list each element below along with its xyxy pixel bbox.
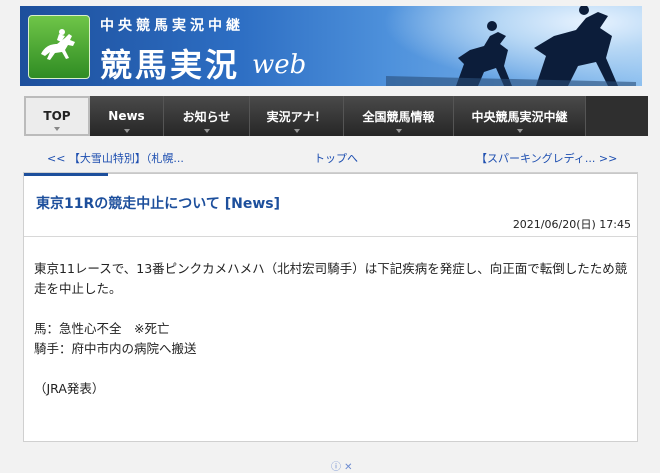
caret-down-icon	[395, 129, 402, 133]
nav-tab-top[interactable]: TOP	[24, 96, 90, 136]
site-title: 競馬実況	[100, 46, 241, 84]
nav-tab-label: TOP	[43, 109, 71, 123]
caret-down-icon	[123, 129, 130, 133]
jockey-status-line: 騎手：府中市内の病院へ搬送	[34, 341, 197, 356]
nav-tab-label: 中央競馬実況中継	[471, 109, 568, 124]
horse-status-line: 馬：急性心不全 ※死亡	[34, 321, 170, 336]
nav-tab-notices[interactable]: お知らせ	[164, 96, 250, 136]
article-card: 東京11Rの競走中止について [News] 2021/06/20(日) 17:4…	[23, 172, 638, 442]
site-subtitle: 中央競馬実況中継	[100, 18, 244, 34]
main-nav: TOP News お知らせ 実況アナ！ 全国競馬情報 中央競馬実況中継	[24, 96, 648, 136]
card-top-line	[108, 173, 637, 174]
horses-silhouette-image	[386, 6, 636, 86]
article-date: 2021/06/20(日) 17:45	[512, 218, 631, 231]
caret-down-icon	[54, 127, 60, 131]
next-article-link[interactable]: 【スパーキングレディ... >>	[476, 150, 617, 166]
site-logo[interactable]	[28, 15, 90, 79]
article-body: 東京11レースで、13番ピンクカメハメハ（北村宏司騎手）は下記疾病を発症し、向正…	[34, 259, 634, 399]
top-page-link[interactable]: トップへ	[314, 150, 358, 166]
prev-article-link[interactable]: << 【大雪山特別】（札幌...	[47, 150, 184, 166]
nav-tab-national-racing[interactable]: 全国競馬情報	[344, 96, 454, 136]
nav-tab-central-racing-broadcast[interactable]: 中央競馬実況中継	[454, 96, 586, 136]
header-banner: 中央競馬実況中継 競馬実況 web	[20, 6, 642, 86]
ad-choices-icon[interactable]: ⓘ ✕	[331, 458, 353, 473]
nav-tab-label: News	[108, 109, 145, 123]
article-source: （JRA発表）	[34, 381, 105, 396]
site-title-suffix: web	[252, 50, 307, 80]
nav-tab-announcers[interactable]: 実況アナ！	[250, 96, 344, 136]
article-title: 東京11Rの競走中止について [News]	[36, 196, 280, 212]
nav-tab-label: 実況アナ！	[266, 109, 327, 124]
article-paragraph: 東京11レースで、13番ピンクカメハメハ（北村宏司騎手）は下記疾病を発症し、向正…	[34, 261, 628, 296]
caret-down-icon	[516, 129, 523, 133]
nav-tab-news[interactable]: News	[90, 96, 164, 136]
nav-tab-label: お知らせ	[182, 109, 231, 124]
nav-tab-label: 全国競馬情報	[362, 109, 435, 124]
caret-down-icon	[203, 129, 210, 133]
article-pager: << 【大雪山特別】（札幌... トップへ 【スパーキングレディ... >>	[0, 150, 660, 166]
title-divider	[24, 236, 637, 237]
caret-down-icon	[293, 129, 300, 133]
title-accent-bar	[24, 173, 108, 176]
jockey-horse-icon	[41, 29, 75, 60]
